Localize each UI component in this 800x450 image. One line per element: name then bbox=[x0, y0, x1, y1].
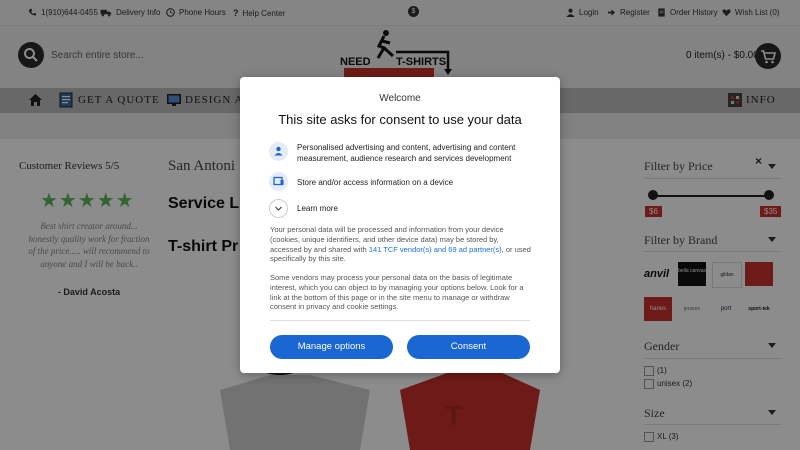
consent-welcome: Welcome bbox=[379, 93, 421, 104]
consent-dialog: Welcome This site asks for consent to us… bbox=[240, 77, 560, 373]
consent-paragraph-data: Your personal data will be processed and… bbox=[270, 225, 532, 264]
consent-title: This site asks for consent to use your d… bbox=[278, 112, 522, 127]
person-icon bbox=[269, 142, 288, 161]
consent-purpose-advertising: Personalised advertising and content, ad… bbox=[297, 143, 516, 163]
consent-button[interactable]: Consent bbox=[407, 335, 530, 359]
device-icon bbox=[269, 172, 288, 191]
consent-paragraph-interest: Some vendors may process your personal d… bbox=[270, 273, 524, 312]
consent-purpose-storage: Store and/or access information on a dev… bbox=[297, 178, 454, 187]
learn-more-toggle[interactable] bbox=[269, 199, 288, 218]
manage-options-button[interactable]: Manage options bbox=[270, 335, 393, 359]
consent-divider bbox=[270, 320, 530, 321]
vendors-link[interactable]: 141 TCF vendor(s) and 69 ad partner(s) bbox=[369, 245, 502, 254]
chevron-down-icon bbox=[275, 206, 282, 211]
learn-more-link[interactable]: Learn more bbox=[297, 204, 537, 215]
